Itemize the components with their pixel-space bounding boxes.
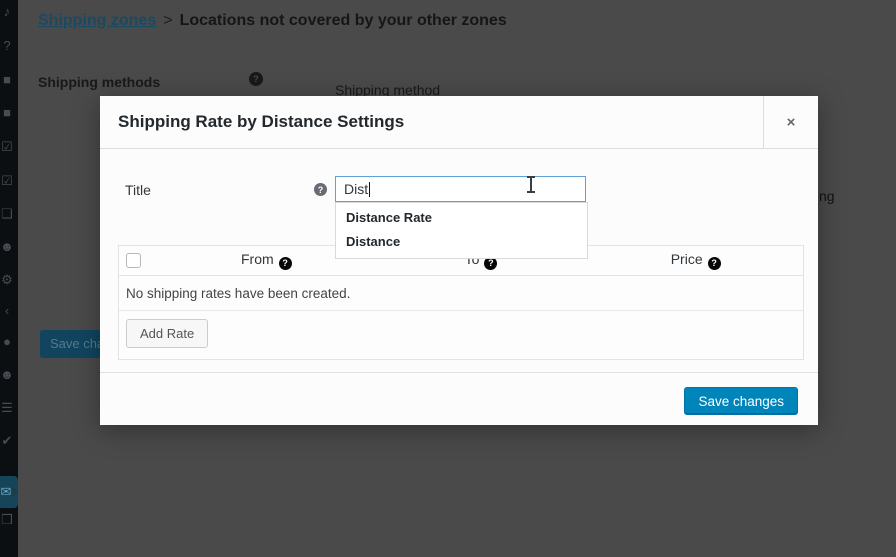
add-rate-button[interactable]: Add Rate: [126, 319, 208, 348]
breadcrumb: Shipping zones > Locations not covered by …: [38, 12, 507, 30]
sidebar-checkbox-icon[interactable]: ☑: [0, 138, 17, 156]
sidebar-collapse-icon[interactable]: ‹: [0, 302, 17, 320]
sidebar-media-icon[interactable]: ♪: [0, 3, 17, 21]
title-input[interactable]: Dist: [335, 176, 586, 202]
close-button[interactable]: ×: [763, 96, 818, 148]
breadcrumb-shipping-zones-link[interactable]: Shipping zones: [38, 12, 156, 29]
breadcrumb-separator: >: [163, 12, 172, 29]
title-input-value: Dist: [344, 181, 368, 197]
title-field-label: Title: [125, 182, 151, 198]
price-help-icon[interactable]: ?: [708, 257, 721, 270]
sidebar-active-arrow: [12, 486, 18, 498]
rates-table-footer: Add Rate: [119, 311, 803, 358]
save-changes-button[interactable]: Save changes: [684, 387, 798, 415]
modal-title: Shipping Rate by Distance Settings: [118, 96, 404, 148]
modal-header: Shipping Rate by Distance Settings ×: [100, 96, 818, 149]
autocomplete-dropdown: Distance Rate Distance: [335, 202, 588, 259]
help-icon[interactable]: ?: [249, 72, 263, 86]
sidebar-list-icon[interactable]: ☰: [0, 399, 17, 417]
sidebar-square-icon[interactable]: ■: [0, 104, 17, 122]
from-header-label: From: [241, 251, 274, 267]
sidebar-plugin-icon[interactable]: ⚙: [0, 271, 17, 289]
sidebar-checkbox-icon[interactable]: ☑: [0, 172, 17, 190]
sidebar-check-icon[interactable]: ✔: [0, 432, 17, 450]
admin-sidebar: ♪ ? ■ ■ ☑ ☑ ❏ ☻ ⚙ ‹ ● ☻ ☰ ✔ ✉ ❒: [0, 0, 18, 557]
sidebar-cube-icon[interactable]: ❒: [0, 511, 17, 529]
sidebar-comment-icon[interactable]: ●: [0, 333, 17, 351]
sidebar-pages-icon[interactable]: ❏: [0, 205, 17, 223]
price-header-label: Price: [671, 251, 703, 267]
modal-footer: Save changes: [100, 372, 818, 425]
sidebar-square-icon[interactable]: ■: [0, 71, 17, 89]
background-save-changes-button[interactable]: Save cha: [40, 330, 104, 358]
title-help-icon[interactable]: ?: [314, 183, 327, 196]
ibeam-cursor-icon: [526, 176, 536, 193]
price-column-header: Price?: [588, 251, 803, 270]
rates-table: From? To? Price? No shipping rates have …: [118, 245, 804, 360]
sidebar-user-icon[interactable]: ☻: [0, 238, 17, 256]
select-all-checkbox[interactable]: [126, 253, 141, 268]
sidebar-user-icon[interactable]: ☻: [0, 366, 17, 384]
shipping-rate-settings-modal: Shipping Rate by Distance Settings × Tit…: [100, 96, 818, 425]
empty-rates-message: No shipping rates have been created.: [119, 276, 803, 311]
sidebar-help-icon[interactable]: ?: [0, 37, 17, 55]
close-icon: ×: [787, 114, 796, 131]
from-help-icon[interactable]: ?: [279, 257, 292, 270]
shipping-methods-label: Shipping methods: [38, 74, 160, 90]
autocomplete-option-distance[interactable]: Distance: [336, 230, 587, 254]
autocomplete-option-distance-rate[interactable]: Distance Rate: [336, 206, 587, 230]
breadcrumb-current: Locations not covered by your other zone…: [180, 12, 507, 29]
background-text-fragment: ng: [819, 188, 835, 204]
text-caret: [369, 182, 370, 197]
